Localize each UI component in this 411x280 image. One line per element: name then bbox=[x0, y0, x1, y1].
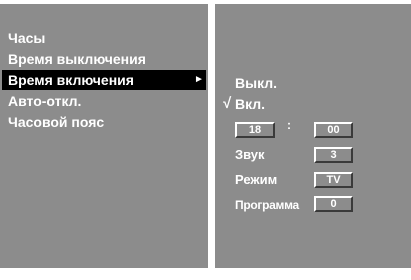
hour-field[interactable]: 18 bbox=[235, 122, 275, 138]
mode-field[interactable]: TV bbox=[314, 172, 353, 188]
arrow-right-icon: ► bbox=[194, 74, 204, 85]
program-field[interactable]: 0 bbox=[314, 196, 353, 212]
mode-label: Режим bbox=[235, 172, 278, 187]
option-off[interactable]: Выкл. bbox=[235, 75, 277, 91]
minute-field[interactable]: 00 bbox=[314, 122, 353, 138]
menu-item-label: Время выключения bbox=[8, 51, 146, 67]
program-label: Программа bbox=[235, 198, 299, 212]
time-separator: : bbox=[287, 118, 291, 132]
timer-menu-panel: Часы Время выключения Время включения ► … bbox=[0, 4, 208, 268]
menu-item-label: Время включения bbox=[8, 72, 134, 88]
menu-item-clock[interactable]: Часы bbox=[2, 28, 206, 48]
frame-bottom bbox=[0, 268, 411, 280]
menu-item-label: Авто-откл. bbox=[8, 93, 82, 109]
menu-item-label: Часовой пояс bbox=[8, 114, 105, 130]
volume-field[interactable]: 3 bbox=[314, 147, 353, 163]
menu-item-on-time[interactable]: Время включения ► bbox=[2, 70, 206, 90]
volume-label: Звук bbox=[235, 147, 265, 162]
menu-item-off-time[interactable]: Время выключения bbox=[2, 49, 206, 69]
checkmark-icon: √ bbox=[223, 95, 232, 112]
menu-item-label: Часы bbox=[8, 30, 46, 46]
on-time-settings-panel: Выкл. √ Вкл. 18 : 00 Звук 3 Режим TV Про… bbox=[215, 4, 411, 268]
osd-screen: Часы Время выключения Время включения ► … bbox=[0, 0, 411, 280]
menu-item-time-zone[interactable]: Часовой пояс bbox=[2, 112, 206, 132]
option-on[interactable]: Вкл. bbox=[235, 96, 265, 112]
panel-divider bbox=[208, 4, 215, 268]
menu-item-auto-off[interactable]: Авто-откл. bbox=[2, 91, 206, 111]
